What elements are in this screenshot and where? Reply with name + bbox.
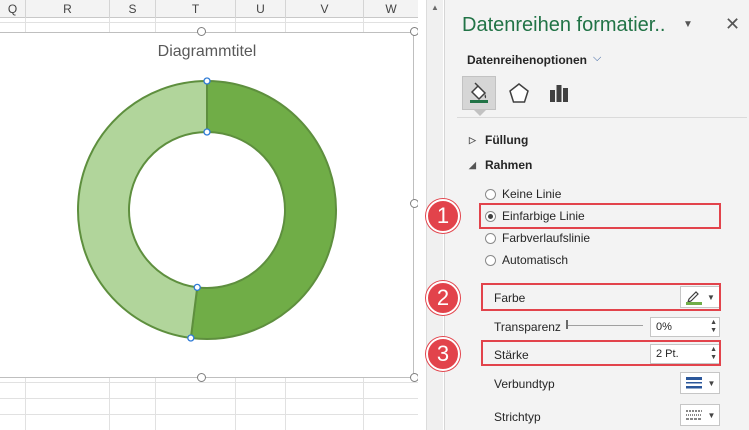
chart-resize-handle-top[interactable] bbox=[197, 27, 206, 36]
compound-lines-icon bbox=[685, 377, 702, 389]
series-selection-point-2[interactable] bbox=[203, 128, 211, 136]
radio-label: Keine Linie bbox=[502, 187, 562, 201]
doughnut-slice-1[interactable] bbox=[189, 79, 337, 340]
column-header-q[interactable]: Q bbox=[0, 0, 26, 18]
callout-box-3 bbox=[481, 340, 721, 366]
callout-badge-1: 1 bbox=[426, 199, 460, 233]
pane-options-dropdown-icon[interactable]: ▼ bbox=[683, 19, 693, 30]
series-selection-point-3[interactable] bbox=[187, 334, 195, 342]
section-border-label: Rahmen bbox=[485, 158, 533, 172]
tab-fill-line[interactable] bbox=[462, 76, 496, 110]
series-selection-point-4[interactable] bbox=[193, 283, 201, 292]
radio-button[interactable] bbox=[485, 188, 496, 200]
callout-box-2 bbox=[481, 283, 721, 311]
callout-box-1 bbox=[479, 203, 721, 229]
caret-down-icon: ▼ bbox=[707, 378, 716, 388]
collapse-arrow-icon: ◢ bbox=[469, 159, 476, 170]
chart-resize-handle-bottom-right[interactable] bbox=[410, 373, 418, 382]
compound-type-label: Verbundtyp bbox=[494, 377, 555, 391]
series-selection-point-1[interactable] bbox=[203, 77, 211, 85]
radio-no-line[interactable]: Keine Linie bbox=[485, 187, 561, 201]
radio-label: Automatisch bbox=[502, 253, 569, 267]
callout-badge-2: 2 bbox=[426, 281, 460, 315]
column-header-u[interactable]: U bbox=[236, 0, 286, 18]
bar-chart-icon bbox=[550, 85, 568, 102]
transparency-value: 0% bbox=[656, 321, 672, 333]
paint-bucket-icon bbox=[470, 82, 488, 103]
doughnut-slice-2[interactable] bbox=[77, 79, 208, 340]
pane-close-icon[interactable]: ✕ bbox=[725, 14, 740, 35]
doughnut-plot[interactable] bbox=[0, 33, 414, 379]
tab-series-options[interactable] bbox=[542, 76, 576, 110]
dash-lines-icon bbox=[685, 410, 702, 420]
spin-arrows-icon[interactable]: ▲ ▼ bbox=[710, 319, 717, 335]
column-header-w[interactable]: W bbox=[364, 0, 418, 18]
pentagon-icon bbox=[509, 83, 529, 103]
chevron-down-icon[interactable]: ⌵ bbox=[593, 52, 601, 65]
expand-arrow-icon: ▷ bbox=[469, 134, 476, 145]
pane-title: Datenreihen formatier.. bbox=[462, 14, 666, 36]
compound-type-dropdown[interactable]: ▼ bbox=[680, 372, 720, 394]
transparency-slider-thumb[interactable] bbox=[566, 320, 568, 329]
tab-effects[interactable] bbox=[502, 76, 536, 110]
chart-resize-handle-right[interactable] bbox=[410, 199, 418, 208]
pane-divider bbox=[457, 117, 747, 118]
column-header-r[interactable]: R bbox=[26, 0, 110, 18]
column-header-t[interactable]: T bbox=[156, 0, 236, 18]
scroll-up-arrow-icon[interactable]: ▲ bbox=[427, 0, 443, 16]
radio-button[interactable] bbox=[485, 232, 496, 244]
callout-badge-3: 3 bbox=[426, 337, 460, 371]
radio-label: Farbverlaufslinie bbox=[502, 231, 591, 245]
doughnut-chart[interactable]: Diagrammtitel bbox=[0, 32, 414, 378]
section-fill[interactable]: ▷ Füllung bbox=[469, 133, 528, 147]
radio-button[interactable] bbox=[485, 254, 496, 266]
chart-resize-handle-top-right[interactable] bbox=[410, 27, 418, 36]
spreadsheet-area[interactable]: Q R S T U V W Diagrammtitel bbox=[0, 0, 418, 430]
radio-gradient-line[interactable]: Farbverlaufslinie bbox=[485, 231, 590, 245]
radio-automatic[interactable]: Automatisch bbox=[485, 253, 568, 267]
series-options-menu[interactable]: Datenreihenoptionen bbox=[467, 53, 587, 67]
section-fill-label: Füllung bbox=[485, 133, 529, 147]
column-header-bar: Q R S T U V W bbox=[0, 0, 418, 18]
column-header-s[interactable]: S bbox=[110, 0, 156, 18]
caret-down-icon: ▼ bbox=[707, 410, 716, 420]
active-tab-pointer bbox=[474, 110, 486, 116]
dash-type-label: Strichtyp bbox=[494, 410, 541, 424]
section-border[interactable]: ◢ Rahmen bbox=[469, 158, 532, 172]
transparency-label: Transparenz bbox=[494, 320, 561, 334]
column-header-v[interactable]: V bbox=[286, 0, 364, 18]
transparency-slider[interactable] bbox=[568, 325, 643, 326]
chart-resize-handle-bottom[interactable] bbox=[197, 373, 206, 382]
dash-type-dropdown[interactable]: ▼ bbox=[680, 404, 720, 426]
transparency-input[interactable]: 0% ▲ ▼ bbox=[650, 317, 720, 337]
